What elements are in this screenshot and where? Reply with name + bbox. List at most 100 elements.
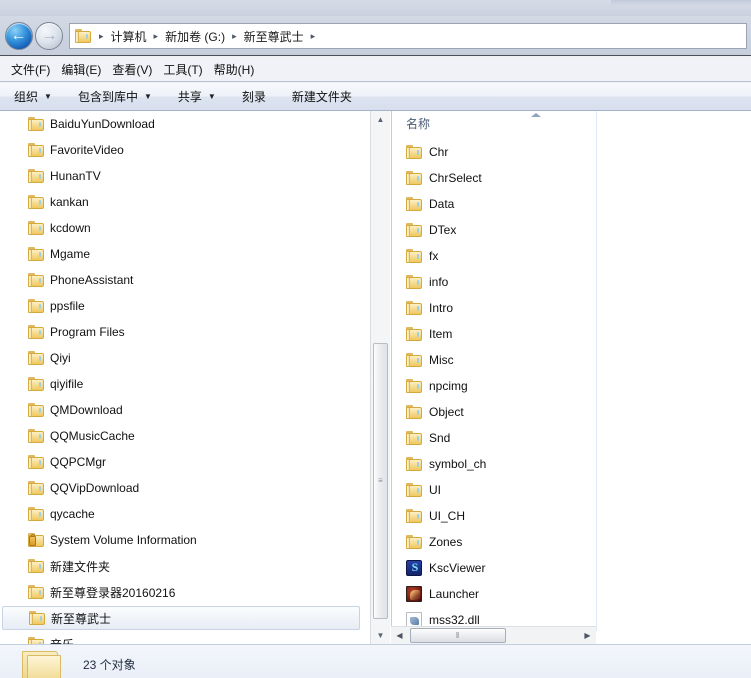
tree-item[interactable]: QMDownload xyxy=(0,397,370,423)
file-list-item[interactable]: Item xyxy=(392,321,596,347)
tree-item-selected[interactable]: 新至尊武士 xyxy=(2,606,360,630)
back-button[interactable]: ← xyxy=(5,22,33,50)
tree-item-label: qiyifile xyxy=(50,377,84,391)
tree-item[interactable]: Qiyi xyxy=(0,345,370,371)
tree-item[interactable]: QQPCMgr xyxy=(0,449,370,475)
breadcrumb-separator-3[interactable]: ▸ xyxy=(306,31,321,42)
breadcrumb-current-folder[interactable]: 新至尊武士 xyxy=(242,28,306,45)
tree-item[interactable]: 新建文件夹 xyxy=(0,553,370,579)
menu-item-tools[interactable]: 工具(T) xyxy=(163,58,213,81)
tree-item-label: Qiyi xyxy=(50,351,71,365)
file-list-item-label: Object xyxy=(429,405,464,419)
file-list-item[interactable]: KscViewer xyxy=(392,555,596,581)
tree-item-label: PhoneAssistant xyxy=(50,273,134,287)
tree-item[interactable]: qycache xyxy=(0,501,370,527)
breadcrumb-separator-2[interactable]: ▸ xyxy=(227,31,242,42)
file-list-item[interactable]: Chr xyxy=(392,139,596,165)
tree-item[interactable]: FavoriteVideo xyxy=(0,137,370,163)
folder-icon xyxy=(29,611,45,625)
tree-item-label: Program Files xyxy=(50,325,125,339)
tree-item[interactable]: qiyifile xyxy=(0,371,370,397)
file-list-item[interactable]: info xyxy=(392,269,596,295)
column-header-name[interactable]: 名称 xyxy=(406,115,430,132)
file-list-item[interactable]: Misc xyxy=(392,347,596,373)
new-folder-label: 新建文件夹 xyxy=(291,90,352,104)
navigation-buttons: ← → ▼ xyxy=(5,22,77,50)
tree-item[interactable]: System Volume Information xyxy=(0,527,370,553)
file-list-item[interactable]: symbol_ch xyxy=(392,451,596,477)
tree-item[interactable]: kankan xyxy=(0,189,370,215)
tree-item[interactable]: Program Files xyxy=(0,319,370,345)
breadcrumb-drive-g[interactable]: 新加卷 (G:) xyxy=(163,28,227,45)
file-list-item[interactable]: Zones xyxy=(392,529,596,555)
tree-item-label: ppsfile xyxy=(50,299,85,313)
scroll-right-arrow-icon[interactable]: ▶ xyxy=(579,627,596,644)
file-list-horizontal-scrollbar[interactable]: ◀ ‖ ▶ xyxy=(391,626,596,644)
folder-icon xyxy=(28,429,44,443)
tree-item[interactable]: BaiduYunDownload xyxy=(0,111,370,137)
folder-icon xyxy=(28,585,44,599)
menu-item-help[interactable]: 帮助(H) xyxy=(214,58,266,81)
folder-icon xyxy=(406,431,422,445)
file-list-item[interactable]: Snd xyxy=(392,425,596,451)
burn-button[interactable]: 刻录 xyxy=(242,88,266,105)
scroll-up-arrow-icon[interactable]: ▲ xyxy=(371,111,390,128)
file-list-item[interactable]: npcimg xyxy=(392,373,596,399)
file-list-item[interactable]: ChrSelect xyxy=(392,165,596,191)
scrollbar-thumb[interactable]: ≡ xyxy=(373,343,388,619)
file-list-item[interactable]: Intro xyxy=(392,295,596,321)
organize-button[interactable]: 组织 ▼ xyxy=(14,88,52,105)
file-list-item[interactable]: Launcher xyxy=(392,581,596,607)
navigation-pane[interactable]: BaiduYunDownload FavoriteVideo HunanTV kank… xyxy=(0,111,370,644)
tree-item-label: System Volume Information xyxy=(50,533,197,547)
file-list-item[interactable]: fx xyxy=(392,243,596,269)
tree-item[interactable]: QQVipDownload xyxy=(0,475,370,501)
navigation-pane-scrollbar[interactable]: ▲ ≡ ▼ xyxy=(370,111,390,644)
tree-item-label: kcdown xyxy=(50,221,91,235)
file-list-pane[interactable]: 名称 Chr ChrSelect Data DTex fx info Intro Item Mi… xyxy=(391,111,751,678)
explorer-window: ← → ▼ ▸ 计算机 ▸ 新加卷 (G:) ▸ 新至尊武士 ▸ 文件(F) xyxy=(0,0,751,678)
file-list-item[interactable]: DTex xyxy=(392,217,596,243)
chevron-down-icon: ▼ xyxy=(207,92,216,101)
menu-item-edit[interactable]: 编辑(E) xyxy=(61,58,112,81)
folder-icon xyxy=(406,327,422,341)
tree-item[interactable]: kcdown xyxy=(0,215,370,241)
include-in-library-label: 包含到库中 xyxy=(77,90,138,104)
file-list-item[interactable]: Object xyxy=(392,399,596,425)
file-list-item[interactable]: UI xyxy=(392,477,596,503)
menu-item-file[interactable]: 文件(F) xyxy=(11,58,61,81)
tree-item-label: QQVipDownload xyxy=(50,481,140,495)
large-folder-icon xyxy=(22,649,64,678)
horizontal-scrollbar-thumb[interactable]: ‖ xyxy=(410,628,506,643)
folder-icon xyxy=(28,221,44,235)
tree-item[interactable]: QQMusicCache xyxy=(0,423,370,449)
tree-item[interactable]: HunanTV xyxy=(0,163,370,189)
tree-item[interactable]: 音乐 xyxy=(0,631,370,644)
breadcrumb-separator-0[interactable]: ▸ xyxy=(94,31,109,42)
tree-item[interactable]: Mgame xyxy=(0,241,370,267)
file-list-item[interactable]: UI_CH xyxy=(392,503,596,529)
tree-item-label: QQMusicCache xyxy=(50,429,135,443)
column-divider[interactable] xyxy=(596,111,597,631)
tree-item-label: FavoriteVideo xyxy=(50,143,124,157)
file-list-item-label: Chr xyxy=(429,145,449,159)
address-bar[interactable]: ▸ 计算机 ▸ 新加卷 (G:) ▸ 新至尊武士 ▸ xyxy=(69,23,747,49)
tree-item[interactable]: PhoneAssistant xyxy=(0,267,370,293)
burn-label: 刻录 xyxy=(241,90,266,104)
new-folder-button[interactable]: 新建文件夹 xyxy=(292,88,352,105)
forward-button[interactable]: → xyxy=(35,22,63,50)
breadcrumb-computer[interactable]: 计算机 xyxy=(109,28,149,45)
tree-item[interactable]: ppsfile xyxy=(0,293,370,319)
scroll-left-arrow-icon[interactable]: ◀ xyxy=(391,627,408,644)
menu-item-view[interactable]: 查看(V) xyxy=(112,58,163,81)
include-in-library-button[interactable]: 包含到库中 ▼ xyxy=(78,88,152,105)
tree-item-label: BaiduYunDownload xyxy=(50,117,155,131)
folder-icon xyxy=(406,197,422,211)
share-button[interactable]: 共享 ▼ xyxy=(178,88,216,105)
address-bar-container: ← → ▼ ▸ 计算机 ▸ 新加卷 (G:) ▸ 新至尊武士 ▸ xyxy=(0,16,751,56)
file-list-item[interactable]: Data xyxy=(392,191,596,217)
scroll-down-arrow-icon[interactable]: ▼ xyxy=(371,627,390,644)
breadcrumb-separator-1[interactable]: ▸ xyxy=(149,31,164,42)
tree-item[interactable]: 新至尊登录器20160216 xyxy=(0,579,370,605)
chevron-down-icon: ▼ xyxy=(143,92,152,101)
